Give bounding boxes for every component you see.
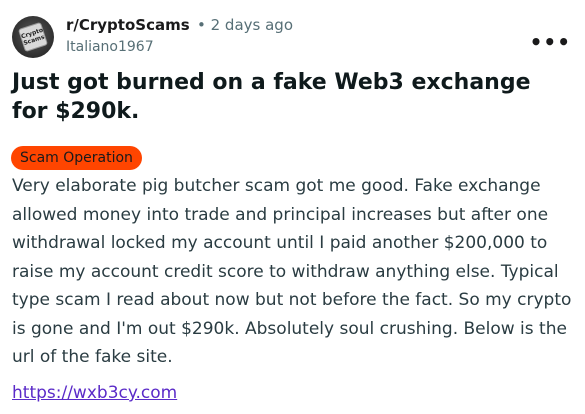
author-name[interactable]: Italiano1967	[66, 39, 154, 55]
post-header: Crypto Scams r/CryptoScams • 2 days ago …	[12, 10, 577, 60]
subreddit-avatar[interactable]: Crypto Scams	[12, 16, 54, 58]
post-flair[interactable]: Scam Operation	[11, 146, 142, 170]
post-link[interactable]: https://wxb3cy.com	[12, 383, 177, 403]
post-time: • 2 days ago	[197, 16, 293, 34]
more-icon[interactable]: •••	[530, 30, 571, 54]
crypto-chip-icon: Crypto Scams	[17, 21, 49, 53]
post-title[interactable]: Just got burned on a fake Web3 exchange …	[12, 68, 572, 126]
post-body: Very elaborate pig butcher scam got me g…	[12, 176, 572, 367]
subreddit-name[interactable]: r/CryptoScams	[66, 16, 190, 34]
